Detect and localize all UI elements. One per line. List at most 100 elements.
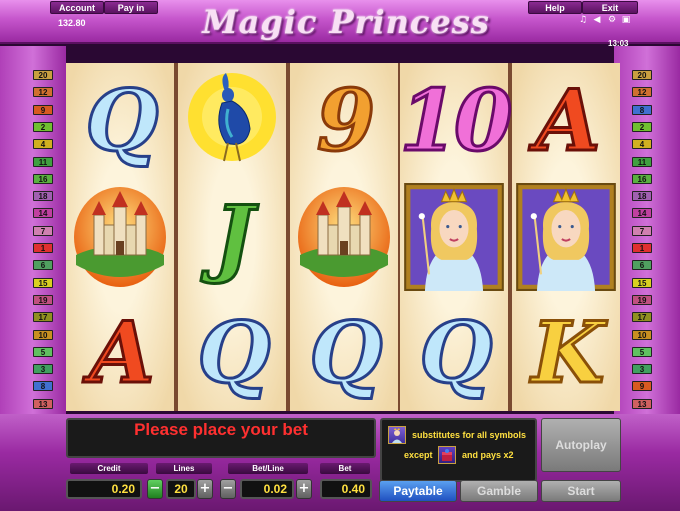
gamble-button[interactable]: Gamble: [460, 480, 538, 502]
control-panel: Please place your bet substitutes for al…: [0, 414, 680, 511]
top-bar: Account Pay in 132.80 Magic Princess Hel…: [0, 0, 680, 48]
symbol-peacock: [178, 63, 286, 179]
payline-badge-left-7[interactable]: 7: [33, 225, 53, 236]
sound-icon[interactable]: ◀: [592, 15, 602, 25]
music-note-icon[interactable]: ♫: [578, 15, 588, 25]
betline-plus-button[interactable]: +: [296, 479, 312, 499]
symbol-a: A: [512, 63, 620, 179]
exit-button[interactable]: Exit: [582, 1, 638, 14]
payline-badge-left-17[interactable]: 17: [33, 312, 53, 323]
payline-badge-left-4[interactable]: 4: [33, 139, 53, 150]
bet-value: 0.40: [320, 479, 372, 499]
payline-badge-right-7[interactable]: 7: [632, 225, 652, 236]
info-line-2b: and pays x2: [462, 450, 514, 460]
payline-badge-left-1[interactable]: 1: [33, 243, 53, 253]
payline-badge-left-16[interactable]: 16: [33, 173, 53, 184]
payline-badge-left-10[interactable]: 10: [33, 329, 53, 340]
payline-badge-right-10[interactable]: 10: [632, 329, 652, 340]
payline-badge-left-12[interactable]: 12: [33, 87, 53, 98]
symbol-glyph: J: [213, 187, 256, 286]
payline-badge-right-19[interactable]: 19: [632, 294, 652, 305]
settings-icon[interactable]: ⚙: [607, 15, 617, 25]
symbol-castle: [290, 179, 398, 295]
payline-badge-left-9[interactable]: 9: [33, 104, 53, 115]
castle-icon: [74, 187, 166, 287]
message-display: Please place your bet: [66, 418, 376, 458]
reel-5: A K: [512, 63, 620, 411]
reel-2: JQ: [178, 63, 286, 411]
symbol-princess: [512, 179, 620, 295]
symbol-a: A: [66, 295, 174, 411]
payline-badge-right-17[interactable]: 17: [632, 312, 652, 323]
reel-3: 9 Q: [290, 63, 398, 411]
credit-label: Credit: [70, 463, 148, 474]
payline-badge-left-6[interactable]: 6: [33, 260, 53, 271]
bet-label: Bet: [320, 463, 370, 474]
symbol-glyph: 9: [315, 71, 377, 170]
payline-badge-left-11[interactable]: 11: [33, 156, 53, 167]
payline-badge-right-11[interactable]: 11: [632, 156, 652, 167]
payline-badge-right-12[interactable]: 12: [632, 87, 652, 98]
payline-badge-left-2[interactable]: 2: [33, 121, 53, 132]
account-button[interactable]: Account: [50, 1, 104, 14]
symbol-princess: [400, 179, 508, 295]
symbol-glyph: Q: [308, 303, 384, 402]
game-logo: Magic Princess: [202, 3, 490, 41]
reel-4: 10 Q: [398, 63, 514, 411]
castle-icon: [298, 187, 390, 287]
betline-minus-button[interactable]: −: [220, 479, 236, 499]
symbol-glyph: Q: [418, 303, 494, 402]
payline-badge-right-8[interactable]: 8: [632, 104, 652, 115]
payline-badge-left-13[interactable]: 13: [33, 398, 53, 409]
payline-badge-right-5[interactable]: 5: [632, 346, 652, 357]
lines-minus-button[interactable]: −: [147, 479, 163, 499]
autoplay-button[interactable]: Autoplay: [541, 418, 621, 472]
reel-1: Q A: [66, 63, 174, 411]
symbol-q: Q: [66, 63, 174, 179]
princess-icon: [388, 426, 406, 444]
symbol-glyph: A: [534, 71, 602, 170]
credit-value: 0.20: [66, 479, 142, 499]
payline-badge-right-4[interactable]: 4: [632, 139, 652, 150]
symbol-castle: [66, 179, 174, 295]
start-button[interactable]: Start: [541, 480, 621, 502]
payline-badge-left-5[interactable]: 5: [33, 346, 53, 357]
balance-display: 132.80: [58, 18, 86, 28]
bet-per-line-label: Bet/Line: [228, 463, 308, 474]
payline-badge-right-6[interactable]: 6: [632, 260, 652, 271]
symbol-glyph: Q: [196, 303, 272, 402]
payline-badge-right-20[interactable]: 20: [632, 70, 652, 80]
symbol-k: K: [512, 295, 620, 411]
symbol-9: 9: [290, 63, 398, 179]
princess-icon: [516, 183, 616, 291]
magic-box-icon: [438, 446, 456, 464]
payline-badge-left-3[interactable]: 3: [33, 364, 53, 375]
lines-value: 20: [166, 479, 196, 499]
payline-badge-right-9[interactable]: 9: [632, 381, 652, 392]
payline-badge-left-19[interactable]: 19: [33, 294, 53, 305]
right-payline-strip: 20 12 8 2 4 11 16 18 14 7 1 6 15 19 17 10 5 3 9 13: [614, 46, 680, 414]
payline-badge-right-18[interactable]: 18: [632, 191, 652, 202]
payline-badge-left-14[interactable]: 14: [33, 208, 53, 219]
pay-in-button[interactable]: Pay in: [104, 1, 158, 14]
peacock-icon: [188, 73, 276, 162]
help-button[interactable]: Help: [528, 1, 582, 14]
paytable-button[interactable]: Paytable: [379, 480, 457, 502]
fullscreen-icon[interactable]: ▣: [621, 15, 631, 25]
payline-badge-right-2[interactable]: 2: [632, 121, 652, 132]
symbol-j: J: [178, 179, 286, 295]
payline-badge-left-8[interactable]: 8: [33, 381, 53, 392]
bet-per-line-value: 0.02: [240, 479, 294, 499]
symbol-q: Q: [290, 295, 398, 411]
payline-badge-right-1[interactable]: 1: [632, 243, 652, 253]
payline-badge-left-20[interactable]: 20: [33, 70, 53, 80]
payline-badge-right-13[interactable]: 13: [632, 398, 652, 409]
payline-badge-right-15[interactable]: 15: [632, 277, 652, 288]
lines-plus-button[interactable]: +: [197, 479, 213, 499]
payline-badge-right-14[interactable]: 14: [632, 208, 652, 219]
payline-badge-left-15[interactable]: 15: [33, 277, 53, 288]
symbol-q: Q: [178, 295, 286, 411]
payline-badge-right-3[interactable]: 3: [632, 364, 652, 375]
payline-badge-right-16[interactable]: 16: [632, 173, 652, 184]
payline-badge-left-18[interactable]: 18: [33, 191, 53, 202]
